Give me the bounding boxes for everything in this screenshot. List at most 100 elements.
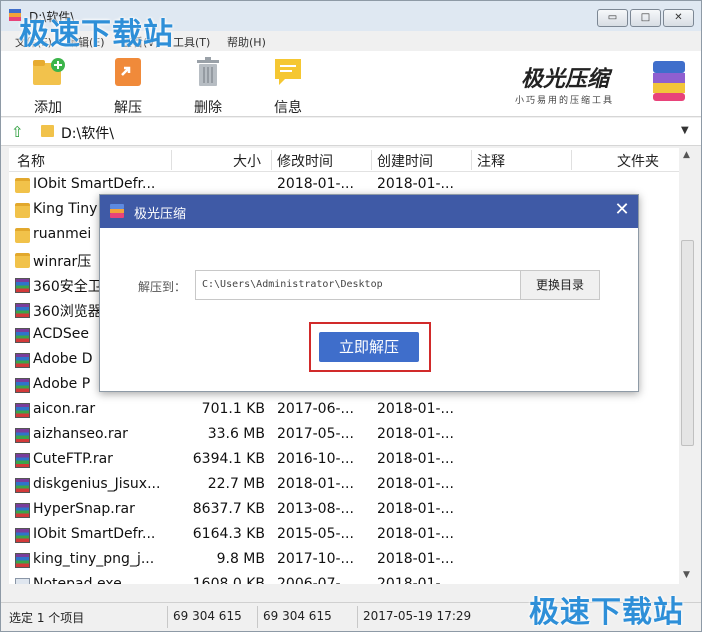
table-row[interactable]: diskgenius_Jisux... 22.7 MB 2018-01-... 201… [9,473,679,498]
file-modified: 2016-10-... [277,451,354,467]
dialog-close-icon[interactable]: ✕ [612,200,632,220]
file-name: king_tiny_png_j... [33,551,155,567]
file-modified: 2018-01-... [277,476,354,492]
file-created: 2018-01-... [377,401,454,417]
column-divider[interactable] [471,150,472,170]
status-selection: 选定 1 个项目 [9,611,85,625]
scroll-up-icon[interactable]: ▲ [683,150,690,160]
file-size: 9.8 MB [216,551,265,567]
change-directory-button[interactable]: 更换目录 [520,270,600,300]
column-comment[interactable]: 注释 [477,151,505,171]
folder-icon [41,125,54,137]
extract-path-input[interactable]: C:\Users\Administrator\Desktop [195,270,521,300]
file-created: 2018-01-... [377,451,454,467]
file-modified: 2013-08-... [277,501,354,517]
info-label: 信息 [274,100,302,116]
file-created: 2018-01-... [377,501,454,517]
file-size: 6394.1 KB [192,451,265,467]
file-modified: 2017-06-... [277,401,354,417]
close-button[interactable]: ✕ [663,9,694,27]
column-created[interactable]: 创建时间 [377,151,433,171]
file-created: 2018-01-... [377,176,454,192]
chevron-down-icon[interactable]: ▼ [681,125,689,136]
table-row[interactable]: Notepad.exe 1608.0 KB 2006-07-... 2018-01-.… [9,573,679,584]
column-divider[interactable] [371,150,372,170]
status-divider [167,606,168,628]
file-name: diskgenius_Jisux... [33,476,161,492]
table-row[interactable]: IObit SmartDefr... 6164.3 KB 2015-05-... 20… [9,523,679,548]
app-window: D:\软件\ ▭ □ ✕ 文件(F) 编辑(E) 查看(V) 工具(T) 帮助(… [0,0,702,632]
rar-archive-icon [15,378,30,393]
extract-dialog: 极光压缩 ✕ 解压到： C:\Users\Administrator\Deskt… [99,194,639,392]
file-name: 360浏览器 [33,304,102,320]
exe-file-icon [15,578,30,584]
column-modified[interactable]: 修改时间 [277,151,333,171]
file-size: 22.7 MB [207,476,265,492]
rar-archive-icon [15,453,30,468]
extract-button[interactable]: 解压 [98,57,158,116]
table-row[interactable]: aicon.rar 701.1 KB 2017-06-... 2018-01-... [9,398,679,423]
column-divider[interactable] [271,150,272,170]
extract-to-label: 解压到： [138,280,187,294]
table-row[interactable]: king_tiny_png_j... 9.8 MB 2017-10-... 2018-… [9,548,679,573]
file-name: IObit SmartDefr... [33,526,156,542]
file-name: HyperSnap.rar [33,501,135,517]
rar-archive-icon [15,278,30,293]
file-name: King Tiny [33,201,98,217]
folder-icon [15,203,30,218]
column-name[interactable]: 名称 [17,151,45,171]
maximize-button[interactable]: □ [630,9,661,27]
info-button[interactable]: 信息 [258,57,318,116]
scrollbar-thumb[interactable] [681,240,694,446]
add-button[interactable]: 添加 [18,57,78,116]
file-name: CuteFTP.rar [33,451,113,467]
file-created: 2018-01-... [377,526,454,542]
status-size-1: 69 304 615 [173,609,242,623]
menu-tools[interactable]: 工具(T) [173,34,210,50]
delete-button[interactable]: 删除 [178,57,238,116]
status-divider [257,606,258,628]
file-modified: 2017-05-... [277,426,354,442]
vertical-scrollbar[interactable]: ▲ ▼ [679,148,696,584]
table-row[interactable]: HyperSnap.rar 8637.7 KB 2013-08-... 2018-01… [9,498,679,523]
extract-icon [115,58,141,86]
folder-icon [15,253,30,268]
column-divider[interactable] [171,150,172,170]
brand-name: 极光压缩 [521,67,610,92]
brand-logo-icon [653,61,685,101]
menu-help[interactable]: 帮助(H) [227,34,266,50]
extract-now-button[interactable]: 立即解压 [319,332,419,362]
file-name: winrar压 [33,254,92,270]
file-name: Adobe D [33,351,93,367]
status-divider [357,606,358,628]
add-folder-icon [33,58,65,85]
go-up-icon[interactable]: ⇧ [11,124,27,140]
rar-archive-icon [15,428,30,443]
app-logo-icon [110,204,124,218]
address-bar: ⇧ D:\软件\ ▼ [1,118,701,146]
column-type[interactable]: 文件夹 [617,151,659,171]
add-label: 添加 [34,100,62,116]
file-name: aicon.rar [33,401,96,417]
column-divider[interactable] [571,150,572,170]
status-size-2: 69 304 615 [263,609,332,623]
trash-icon [197,57,219,86]
file-created: 2018-01-... [377,476,454,492]
table-row[interactable]: CuteFTP.rar 6394.1 KB 2016-10-... 2018-01-.… [9,448,679,473]
rar-archive-icon [15,553,30,568]
dialog-title-bar[interactable]: 极光压缩 ✕ [100,195,638,228]
rar-archive-icon [15,403,30,418]
file-modified: 2015-05-... [277,526,354,542]
file-name: ACDSee [33,326,89,342]
file-created: 2018-01-... [377,426,454,442]
file-name: aizhanseo.rar [33,426,128,442]
rar-archive-icon [15,328,30,343]
column-size[interactable]: 大小 [233,151,261,171]
address-path[interactable]: D:\软件\ [61,123,114,143]
table-row[interactable]: aizhanseo.rar 33.6 MB 2017-05-... 2018-01-.… [9,423,679,448]
delete-label: 删除 [194,100,222,116]
file-modified: 2017-10-... [277,551,354,567]
scroll-down-icon[interactable]: ▼ [683,570,690,580]
file-created: 2018-01-... [377,576,454,584]
minimize-button[interactable]: ▭ [597,9,628,27]
